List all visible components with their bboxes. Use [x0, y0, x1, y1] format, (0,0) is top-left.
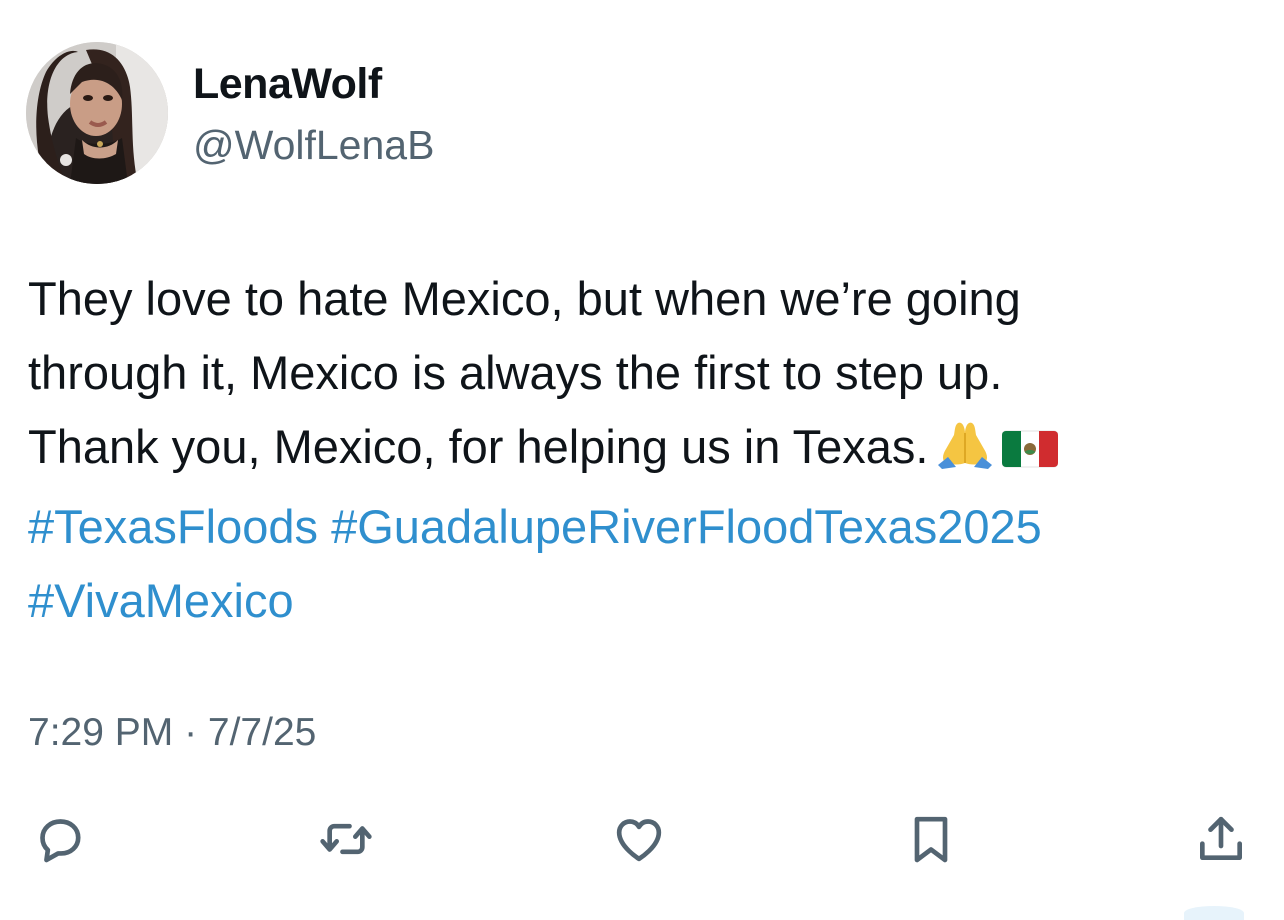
avatar[interactable] [26, 42, 168, 184]
tweet-text-line: Thank you, Mexico, for helping us in Tex… [28, 410, 1258, 490]
share-button[interactable] [1188, 806, 1254, 872]
heart-icon [616, 819, 662, 862]
hashtag-link[interactable]: #GuadalupeRiverFloodTexas2025 [331, 500, 1042, 553]
share-icon [1200, 816, 1242, 860]
like-button[interactable] [606, 806, 672, 872]
folded-hands-icon [938, 422, 993, 469]
scroll-indicator [1184, 906, 1244, 920]
hashtag-line: #TexasFloods #GuadalupeRiverFloodTexas20… [28, 490, 1258, 564]
tweet-text-line: through it, Mexico is always the first t… [28, 346, 1003, 399]
tweet-text-segment: Thank you, Mexico, for helping us in Tex… [28, 420, 929, 473]
user-handle[interactable]: @WolfLenaB [193, 120, 434, 170]
display-name[interactable]: LenaWolf [193, 58, 382, 110]
reply-icon [40, 819, 81, 863]
hashtag-link[interactable]: #VivaMexico [28, 574, 294, 627]
retweet-icon [320, 823, 372, 855]
mexico-flag-emoji: 🇲🇽 [1001, 416, 1059, 490]
hashtag-line: #VivaMexico [28, 564, 1258, 638]
action-bar [0, 806, 1284, 876]
tweet-text-line: They love to hate Mexico, but when we’re… [28, 272, 1021, 325]
profile-photo-icon [26, 42, 168, 184]
tweet-detail: LenaWolf @WolfLenaB They love to hate Me… [0, 0, 1284, 920]
bookmark-icon [914, 816, 948, 863]
tweet-timestamp[interactable]: 7:29 PM · 7/7/25 [28, 708, 316, 758]
retweet-button[interactable] [313, 806, 379, 872]
mexico-flag-icon [1001, 430, 1059, 468]
bookmark-button[interactable] [898, 806, 964, 872]
hashtag-link[interactable]: #TexasFloods [28, 500, 318, 553]
reply-button[interactable] [27, 806, 93, 872]
folded-hands-emoji: 🙏 [936, 416, 994, 490]
tweet-text: They love to hate Mexico, but when we’re… [28, 262, 1258, 638]
